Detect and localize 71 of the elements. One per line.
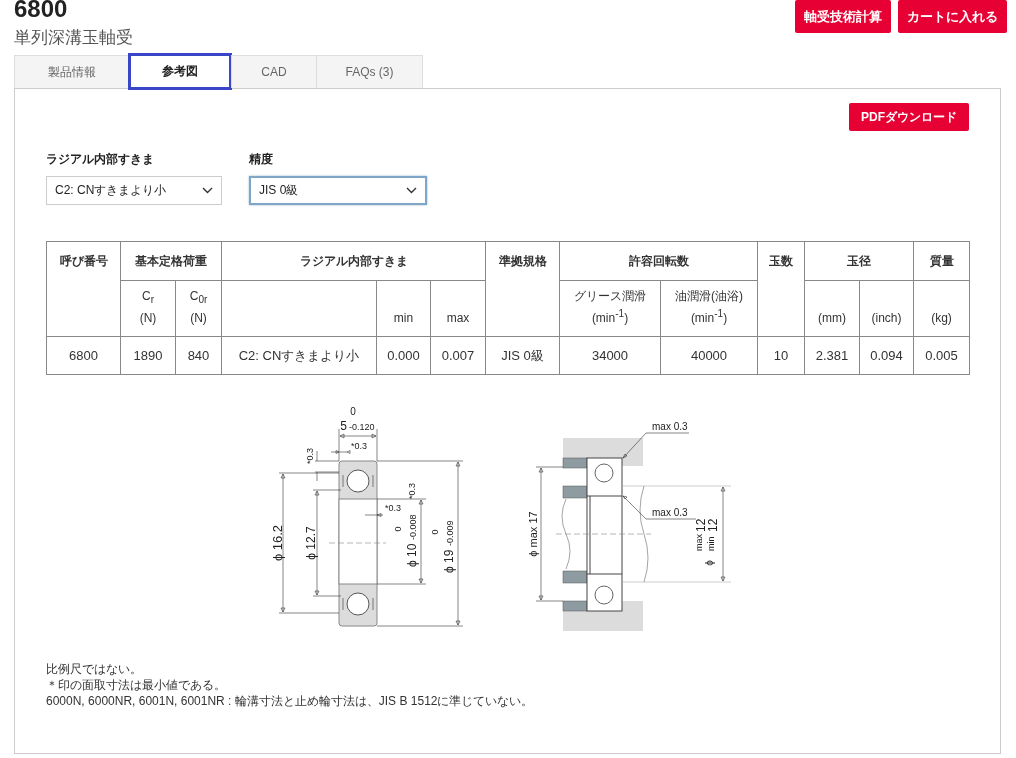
column-header: min: [377, 281, 430, 336]
table-cell: 840: [176, 337, 221, 374]
column-header: 油潤滑(油浴) (min$^{-1}$): [661, 281, 757, 336]
dimension-label: ϕ 16.2: [269, 524, 285, 562]
dimension-label: 12: [693, 518, 708, 532]
tab[interactable]: FAQs (3): [316, 55, 423, 88]
dimension-label: max: [693, 534, 704, 551]
note-text: 比例尺ではない。: [46, 661, 143, 677]
column-header: C$_{0r}$ (N): [176, 281, 221, 336]
column-header: 質量: [914, 242, 969, 280]
column-header: ラジアル内部すきま: [222, 242, 485, 280]
dimension-label: ϕ 19: [441, 549, 456, 573]
column-header: (inch): [860, 281, 913, 336]
column-header: 玉数: [758, 242, 804, 336]
column-header: max: [431, 281, 485, 336]
dimension-label: *0.3: [350, 441, 367, 451]
dimension-label: 0: [392, 526, 403, 532]
dimension-label: max 0.3: [651, 421, 688, 432]
table-cell: C2: CNすきまより小: [222, 337, 376, 374]
dimension-label: -0.009: [444, 520, 455, 546]
add-to-cart-button[interactable]: カートに入れる: [898, 0, 1007, 33]
chevron-down-icon: [202, 187, 213, 194]
pdf-download-button[interactable]: PDFダウンロード: [849, 103, 969, 131]
calculation-button[interactable]: 軸受技術計算: [795, 0, 891, 33]
filter-label: ラジアル内部すきま: [46, 151, 155, 168]
table-cell: JIS 0級: [486, 337, 559, 374]
dimension-label: ϕ max 17: [526, 511, 539, 557]
dimension-label: 5: [339, 419, 347, 433]
dimension-label: ϕ 12.7: [303, 526, 318, 560]
dimension-label: 12: [705, 518, 720, 532]
table-cell: 34000: [560, 337, 660, 374]
dropdown-select[interactable]: JIS 0級: [249, 176, 427, 205]
dimension-label: *0.3: [406, 483, 417, 499]
chevron-down-icon: [406, 187, 417, 194]
table-cell: 0.000: [377, 337, 430, 374]
column-header: C$_{r}$ (N): [121, 281, 175, 336]
product-type: 単列深溝玉軸受: [14, 27, 133, 49]
dimension-label: *0.3: [384, 503, 401, 513]
dropdown-select[interactable]: C2: CNすきまより小: [46, 176, 222, 205]
column-header: (mm): [805, 281, 859, 336]
tab[interactable]: CAD: [231, 55, 317, 88]
dimension-label: 0: [349, 406, 356, 417]
column-header: 基本定格荷重: [121, 242, 221, 280]
column-header: (kg): [914, 281, 969, 336]
filter-label: 精度: [249, 151, 274, 168]
dimension-label: *0.3: [304, 448, 315, 464]
tab[interactable]: 参考図: [128, 53, 232, 90]
product-number: 6800: [14, 0, 69, 20]
column-header: 準拠規格: [486, 242, 559, 336]
column-header: 許容回転数: [560, 242, 757, 280]
dimension-label: ϕ 10: [404, 543, 419, 567]
dimension-label: max 0.3: [651, 507, 688, 518]
column-header: 玉径: [805, 242, 913, 280]
dimension-label: ϕ: [703, 560, 715, 566]
table-cell: 0.005: [914, 337, 969, 374]
table-cell: 1890: [121, 337, 175, 374]
table-cell: 2.381: [805, 337, 859, 374]
note-text: ＊印の面取寸法は最小値である。: [46, 677, 227, 693]
dimension-label: 0: [429, 529, 440, 535]
column-header: グリース潤滑 (min$^{-1}$): [560, 281, 660, 336]
dimension-label: -0.120: [348, 422, 375, 432]
tab[interactable]: 製品情報: [14, 55, 129, 88]
dimension-label: -0.008: [407, 514, 418, 540]
dimension-label: min: [705, 536, 716, 551]
column-header: 呼び番号: [47, 242, 120, 336]
table-cell: 10: [758, 337, 804, 374]
table-cell: 40000: [661, 337, 757, 374]
note-text: 6000N, 6000NR, 6001N, 6001NR : 輪溝寸法と止め輪寸法は、JIS B 1512に準じていない。: [46, 693, 535, 709]
table-cell: 0.094: [860, 337, 913, 374]
table-cell: 6800: [47, 337, 120, 374]
table-cell: 0.007: [431, 337, 485, 374]
